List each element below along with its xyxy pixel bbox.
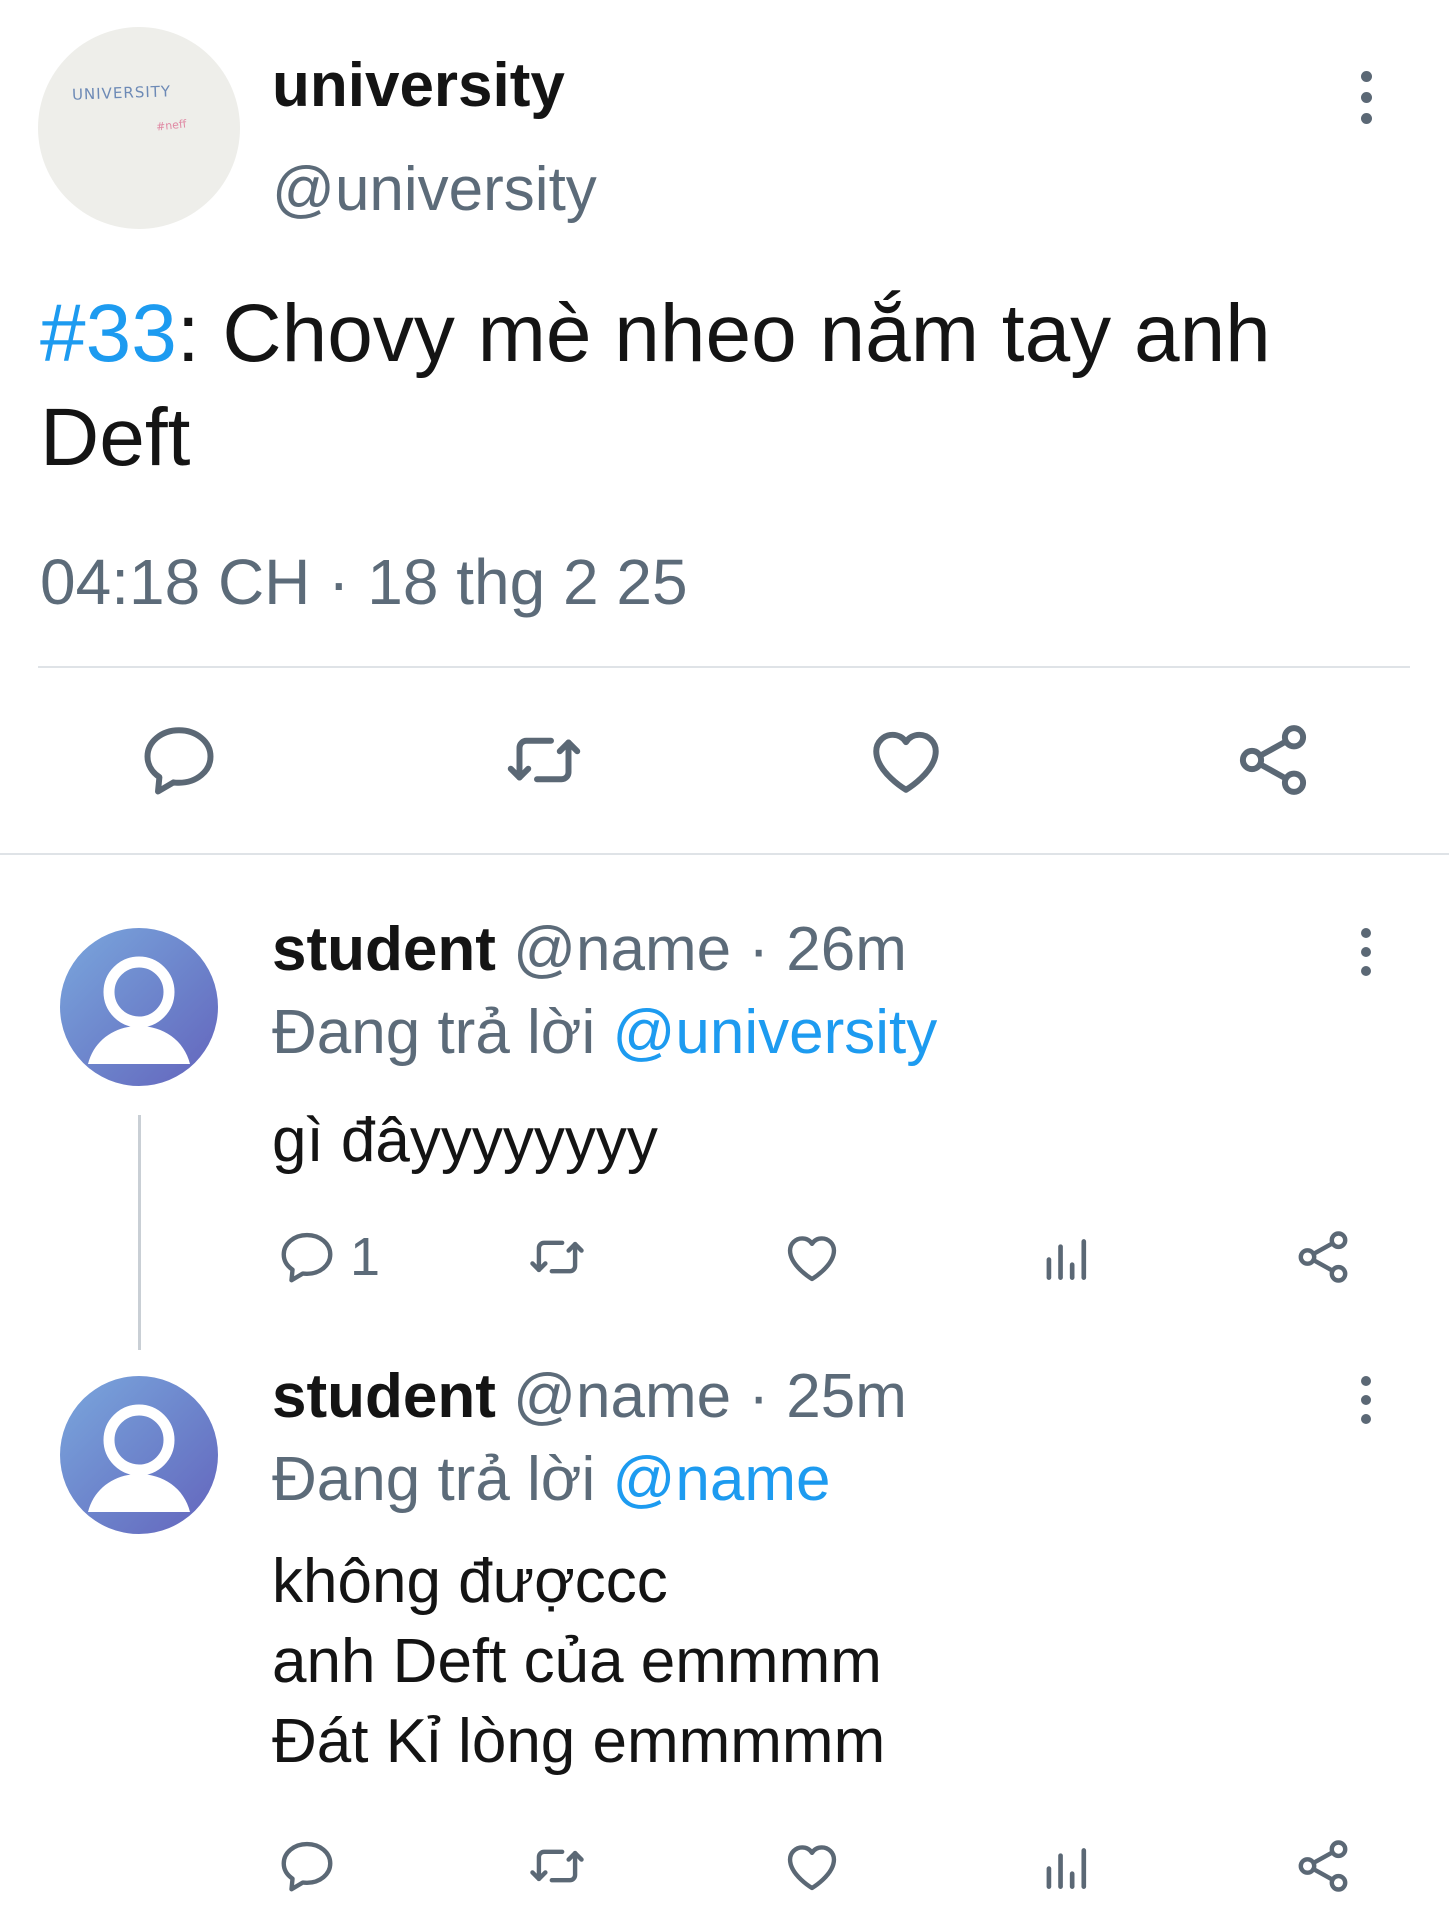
replying-to: Đang trả lời @university xyxy=(272,995,937,1071)
default-avatar-icon xyxy=(60,928,218,1086)
retweet-icon[interactable] xyxy=(502,718,586,802)
avatar-university[interactable]: UNIVERSITY #neff xyxy=(38,27,240,229)
reply-icon[interactable] xyxy=(276,1226,338,1288)
mention-link[interactable]: @university xyxy=(612,998,937,1067)
avatar-logo-text: UNIVERSITY xyxy=(71,82,172,104)
reply-handle-time: @name · 26m xyxy=(495,915,907,984)
avatar-student[interactable] xyxy=(60,928,218,1086)
reply-count: 1 xyxy=(350,1227,381,1287)
share-icon[interactable] xyxy=(1231,718,1315,802)
like-icon[interactable] xyxy=(781,1835,843,1897)
main-handle[interactable]: @university xyxy=(272,152,597,228)
more-options-icon[interactable] xyxy=(1361,71,1373,134)
divider xyxy=(38,666,1410,668)
avatar-logo-tag: #neff xyxy=(155,117,188,134)
default-avatar-icon xyxy=(60,1376,218,1534)
main-display-name[interactable]: university xyxy=(272,48,565,124)
hashtag-link[interactable]: #33 xyxy=(40,288,177,379)
replying-to-label: Đang trả lời xyxy=(272,998,613,1067)
reply-header: student @name · 25m xyxy=(272,1359,907,1435)
more-options-icon[interactable] xyxy=(1361,1376,1373,1433)
main-tweet-body: : Chovy mè nheo nắm tay anh Deft xyxy=(40,288,1271,483)
main-tweet-text: #33: Chovy mè nheo nắm tay anh Deft xyxy=(40,282,1410,490)
reply-handle-time: @name · 25m xyxy=(495,1362,907,1431)
reply-icon[interactable] xyxy=(137,718,221,802)
mention-link[interactable]: @name xyxy=(612,1445,830,1514)
like-icon[interactable] xyxy=(781,1226,843,1288)
reply-text: không đượccc anh Deft của emmmm Đát Kỉ l… xyxy=(272,1542,885,1782)
reply-icon[interactable] xyxy=(276,1835,338,1897)
share-icon[interactable] xyxy=(1292,1835,1354,1897)
thread-line xyxy=(138,1115,141,1350)
tweet-timestamp[interactable]: 04:18 CH · 18 thg 2 25 xyxy=(40,542,688,622)
views-icon[interactable] xyxy=(1036,1835,1098,1897)
share-icon[interactable] xyxy=(1292,1226,1354,1288)
reply-text: gì đâyyyyyyyy xyxy=(272,1106,658,1175)
reply-text-line: anh Deft của emmmm xyxy=(272,1627,882,1696)
reply-text-line: không đượccc xyxy=(272,1547,668,1616)
like-icon[interactable] xyxy=(864,718,948,802)
more-options-icon[interactable] xyxy=(1361,928,1373,985)
retweet-icon[interactable] xyxy=(526,1835,588,1897)
avatar-student[interactable] xyxy=(60,1376,218,1534)
reply-text-line: Đát Kỉ lòng emmmmm xyxy=(272,1707,886,1776)
reply-display-name[interactable]: student xyxy=(272,915,496,984)
replying-to: Đang trả lời @name xyxy=(272,1442,831,1518)
reply-display-name[interactable]: student xyxy=(272,1362,496,1431)
reply-header: student @name · 26m xyxy=(272,912,907,988)
retweet-icon[interactable] xyxy=(526,1226,588,1288)
views-icon[interactable] xyxy=(1036,1226,1098,1288)
divider xyxy=(0,853,1449,855)
replying-to-label: Đang trả lời xyxy=(272,1445,613,1514)
